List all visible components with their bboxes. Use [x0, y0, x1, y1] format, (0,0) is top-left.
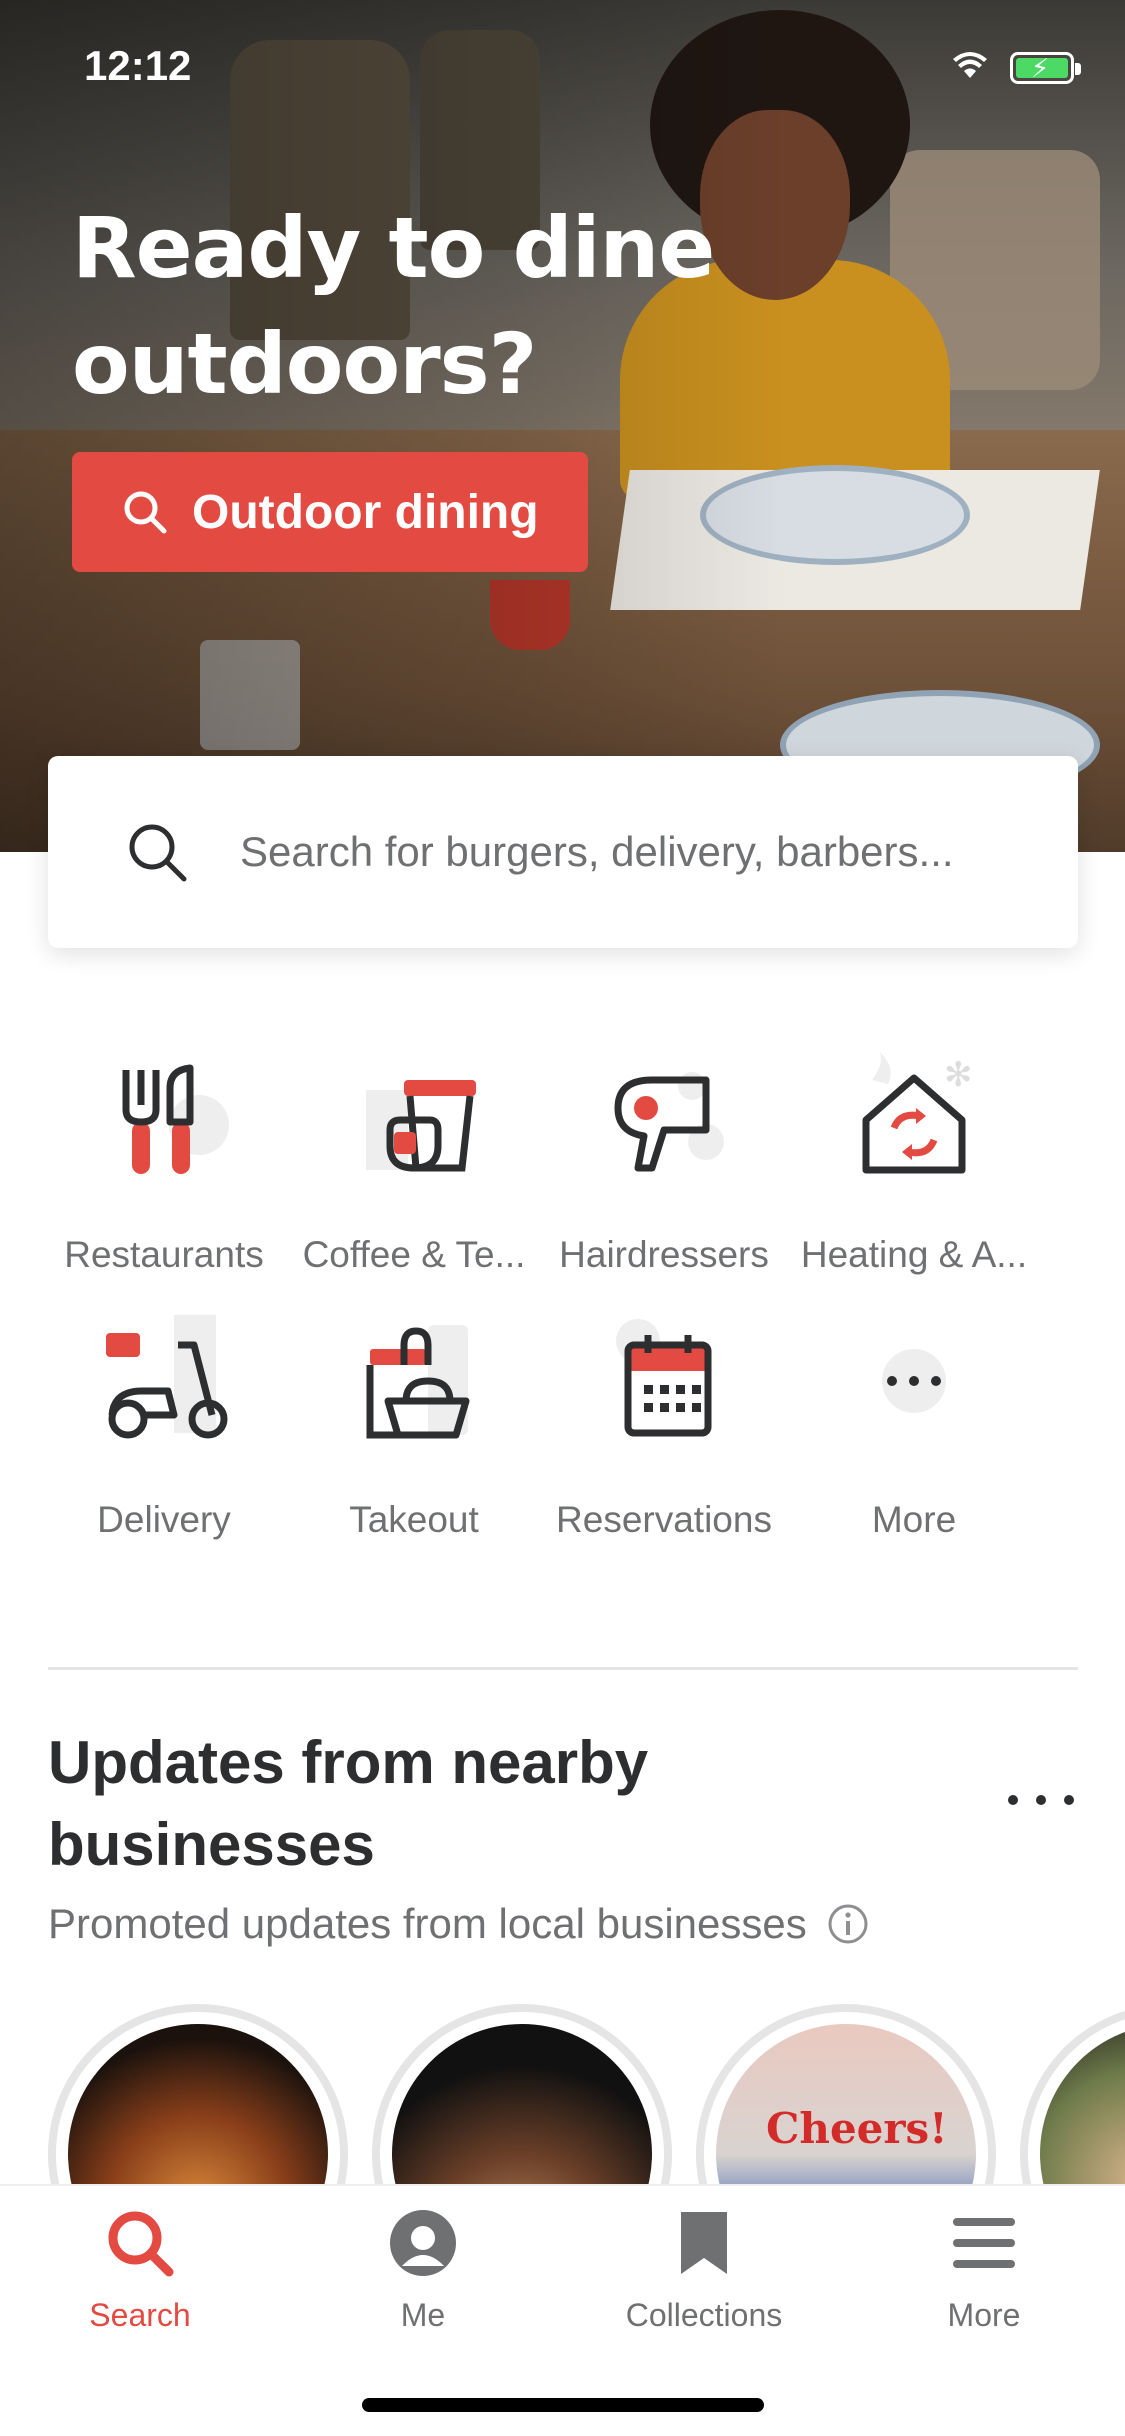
svg-text:✻: ✻ [944, 1055, 973, 1095]
coffee-cup-icon [366, 1080, 476, 1172]
search-icon [108, 2211, 174, 2277]
tab-label: Search [89, 2297, 191, 2333]
search-bar[interactable]: Search for burgers, delivery, barbers... [48, 756, 1078, 948]
bookmark-icon [681, 2212, 727, 2274]
story-circle[interactable]: Cheers! [696, 2004, 996, 2184]
category-more[interactable]: More [790, 1315, 1038, 1541]
house-heating-icon: ✻ [862, 1052, 973, 1174]
more-options-icon[interactable] [1005, 1788, 1077, 1812]
outdoor-dining-button[interactable]: Outdoor dining [72, 452, 588, 572]
takeout-basket-icon [366, 1325, 470, 1439]
story-circle[interactable] [1020, 2004, 1125, 2184]
category-restaurants[interactable]: Restaurants [40, 1050, 288, 1276]
tab-label: More [947, 2297, 1021, 2333]
story-circle[interactable] [372, 2004, 672, 2184]
tab-me[interactable]: Me [313, 2208, 533, 2334]
section-divider [48, 1667, 1078, 1670]
business-stories: Cheers! [0, 2004, 1125, 2184]
category-label: Delivery [97, 1499, 231, 1540]
app-screen: 12:12 ⚡ Ready to dine outdoors? Outdoor … [0, 0, 1125, 2436]
category-label: Takeout [349, 1499, 479, 1540]
category-label: Hairdressers [559, 1234, 769, 1275]
hair-dryer-icon [614, 1072, 724, 1172]
updates-subtitle: Promoted updates from local businesses [48, 1900, 869, 1948]
category-label: Heating & A... [800, 1234, 1028, 1275]
outdoor-dining-label: Outdoor dining [192, 485, 539, 539]
more-dots-icon [882, 1349, 946, 1413]
search-icon [124, 491, 167, 534]
menu-icon [953, 2218, 1015, 2268]
category-takeout[interactable]: Takeout [290, 1315, 538, 1541]
category-coffee-tea[interactable]: Coffee & Te... [290, 1050, 538, 1276]
status-time: 12:12 [84, 42, 192, 89]
category-delivery[interactable]: Delivery [40, 1315, 288, 1541]
hero-title: Ready to dine outdoors? [72, 199, 715, 413]
search-placeholder[interactable]: Search for burgers, delivery, barbers... [240, 828, 980, 876]
tab-more[interactable]: More [874, 2208, 1094, 2334]
calendar-icon [616, 1319, 712, 1437]
updates-title: Updates from nearby businesses [48, 1729, 649, 1878]
fork-knife-icon [122, 1064, 229, 1174]
tab-label: Me [400, 2297, 446, 2333]
tab-label: Collections [625, 2297, 783, 2333]
scooter-icon [106, 1315, 228, 1439]
category-label: Coffee & Te... [302, 1234, 526, 1275]
category-reservations[interactable]: Reservations [540, 1315, 788, 1541]
info-icon[interactable] [827, 1903, 869, 1945]
updates-subtitle-text: Promoted updates from local businesses [48, 1900, 807, 1947]
tab-collections[interactable]: Collections [594, 2208, 814, 2334]
profile-icon [390, 2210, 456, 2276]
category-label: Reservations [556, 1499, 772, 1540]
story-circle[interactable] [48, 2004, 348, 2184]
category-heating-ac[interactable]: ✻ Heating & A... [790, 1050, 1038, 1276]
hero-photo-shade [0, 0, 1125, 852]
wifi-icon [953, 52, 987, 78]
story-cheers-text: Cheers! [766, 2104, 948, 2153]
category-label: Restaurants [64, 1234, 264, 1275]
battery-icon: ⚡ [1010, 52, 1081, 84]
search-icon [129, 824, 187, 882]
hero-banner[interactable]: 12:12 ⚡ Ready to dine outdoors? Outdoor … [0, 0, 1125, 852]
category-hairdressers[interactable]: Hairdressers [540, 1050, 788, 1276]
tab-search[interactable]: Search [30, 2208, 250, 2334]
category-label: More [871, 1499, 957, 1540]
home-indicator[interactable] [362, 2398, 764, 2412]
